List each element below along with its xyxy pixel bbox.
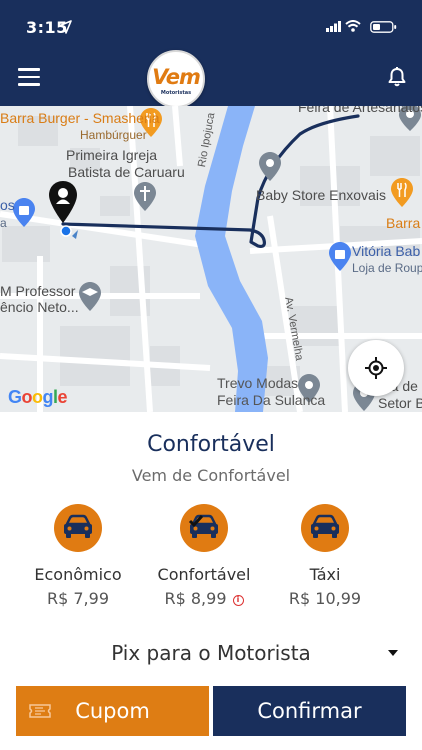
- bell-icon[interactable]: [388, 67, 406, 87]
- crosshair-icon: [365, 357, 387, 379]
- map-label: Trevo Modas: [217, 375, 299, 391]
- shopping-marker-icon: [13, 198, 35, 227]
- map-label: Primeira Igreja: [66, 147, 158, 163]
- logo-subtext: Motoristas: [160, 90, 192, 96]
- ride-option-economico[interactable]: Econômico R$ 7,99: [13, 504, 143, 608]
- location-arrow-icon: [58, 20, 72, 34]
- map-label: Setor B: [378, 395, 422, 411]
- map-label: M Professor: [0, 283, 76, 299]
- wifi-icon: [345, 20, 361, 32]
- map-label: Hambúrguer: [80, 128, 147, 142]
- map-label: Baby Store Enxovais: [256, 187, 386, 203]
- ride-option-price: R$ 7,99: [46, 589, 109, 608]
- google-attribution: Google: [8, 387, 68, 407]
- map-label: Barra Burger - Smasheria: [0, 110, 160, 126]
- ride-option-price-row: R$ 8,99 i: [139, 589, 269, 608]
- ride-option-name: Táxi: [309, 565, 341, 584]
- logo-text: Vem: [152, 65, 201, 89]
- route-map[interactable]: Feira de Artesanatos de Caruaru Barra Bu…: [0, 106, 422, 412]
- place-marker-icon: [259, 152, 281, 181]
- confirm-label: Confirmar: [257, 699, 362, 723]
- map-label: Feira de Artesanatos de Caruaru: [298, 106, 422, 115]
- ride-option-confortavel[interactable]: Confortável R$ 8,99 i: [139, 504, 269, 608]
- ride-option-price: R$ 8,99: [164, 589, 227, 608]
- car-icon: [311, 514, 339, 538]
- shopping-marker-icon: [329, 242, 351, 271]
- battery-icon: [370, 21, 397, 33]
- selected-ride-subtitle: Vem de Confortável: [131, 466, 291, 485]
- map-label: Barra: [386, 215, 421, 231]
- top-header: 3:15 Vem Motoristas: [0, 0, 422, 108]
- ride-option-name: Econômico: [34, 565, 122, 584]
- ride-option-price: R$ 10,99: [288, 589, 362, 608]
- map-label: os: [0, 197, 15, 213]
- map-label: Feira Da Sulanca: [217, 392, 326, 408]
- info-icon[interactable]: i: [232, 595, 244, 606]
- car-icon-circle: [301, 504, 349, 552]
- car-icon-circle: [54, 504, 102, 552]
- checkmark-icon: [188, 515, 204, 528]
- map-label: êncio Neto...: [0, 299, 79, 315]
- vem-logo: Vem Motoristas: [147, 50, 205, 108]
- map-label: Batista de Caruaru: [68, 164, 185, 180]
- church-marker-icon: [134, 182, 156, 211]
- chevron-down-icon[interactable]: [388, 650, 398, 656]
- my-location-button[interactable]: [348, 340, 404, 396]
- map-label: Vitória Bab: [352, 243, 421, 259]
- ride-option-name: Confortável: [157, 565, 251, 584]
- payment-method-select[interactable]: Pix para o Motorista: [0, 641, 422, 665]
- map-label: a: [0, 216, 7, 230]
- car-icon: [64, 514, 92, 538]
- coupon-label: Cupom: [75, 699, 150, 723]
- car-icon-circle: [180, 504, 228, 552]
- restaurant-marker-icon: [391, 178, 413, 207]
- coupon-button[interactable]: Cupom: [16, 686, 209, 736]
- confirm-button[interactable]: Confirmar: [213, 686, 406, 736]
- ticket-icon: [29, 704, 51, 718]
- ride-option-taxi[interactable]: Táxi R$ 10,99: [260, 504, 390, 608]
- cellular-signal-icon: [326, 21, 341, 32]
- status-bar: 3:15: [0, 0, 422, 44]
- hamburger-menu-icon[interactable]: [18, 68, 40, 86]
- map-label: Loja de Roupa: [352, 261, 422, 275]
- selected-ride-title: Confortável: [147, 432, 275, 457]
- app-root: 3:15 Vem Motoristas Feira de Artesanatos…: [0, 0, 422, 750]
- route-start-pin-icon: [49, 181, 77, 223]
- school-marker-icon: [79, 282, 101, 311]
